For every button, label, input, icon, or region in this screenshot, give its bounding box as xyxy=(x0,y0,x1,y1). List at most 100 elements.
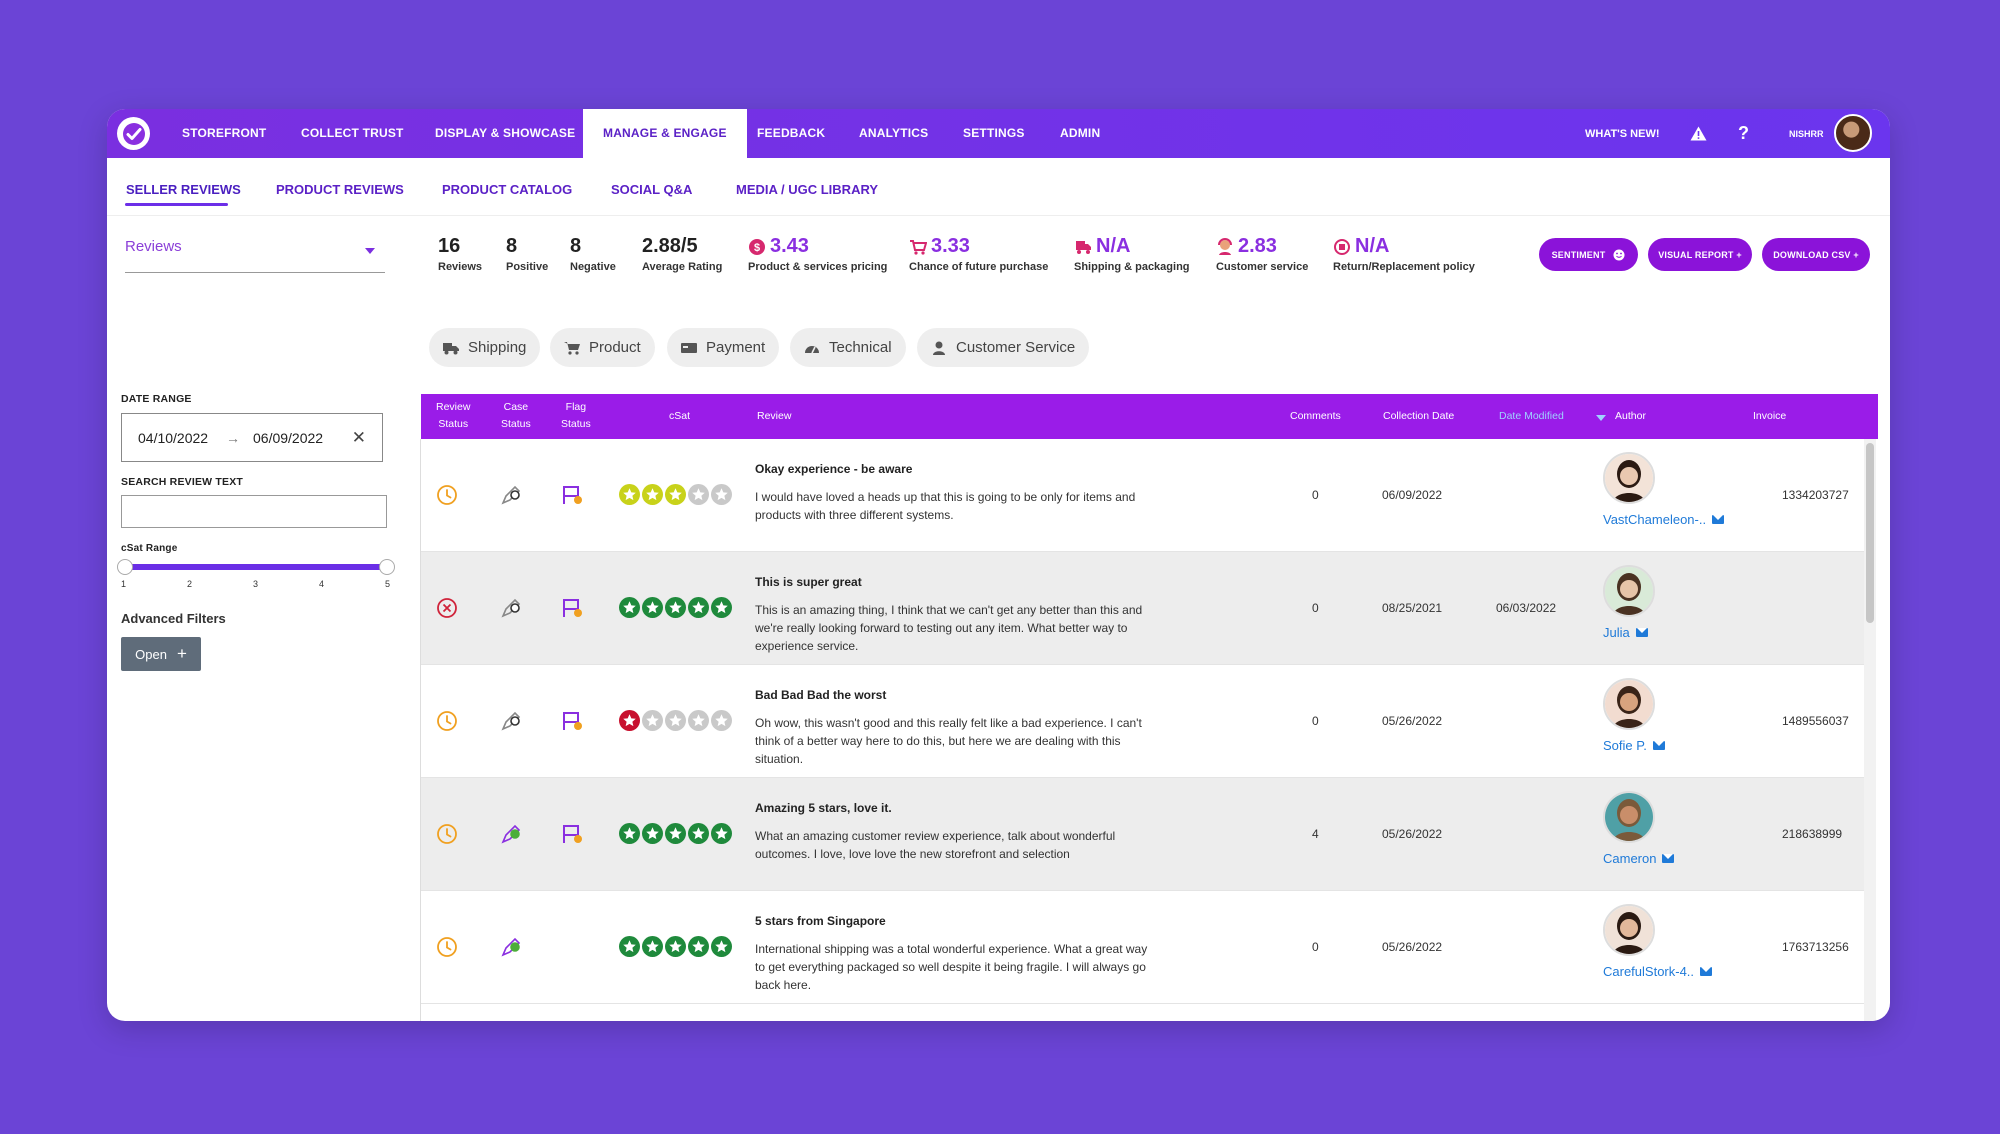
date-range-picker[interactable]: 04/10/2022 → 06/09/2022 ✕ xyxy=(121,413,383,462)
nav-storefront[interactable]: STOREFRONT xyxy=(182,109,266,158)
chip-payment[interactable]: Payment xyxy=(667,328,780,367)
mail-icon[interactable] xyxy=(1712,515,1725,524)
chip-shipping[interactable]: Shipping xyxy=(429,328,541,367)
author-avatar[interactable] xyxy=(1603,678,1655,730)
mail-icon[interactable] xyxy=(1635,628,1648,637)
review-type-select[interactable]: Reviews xyxy=(125,238,385,273)
author-avatar[interactable] xyxy=(1603,452,1655,504)
pending-clock-icon[interactable] xyxy=(436,936,458,961)
table-row[interactable]: This is super great This is an amazing t… xyxy=(421,552,1864,665)
reviews-table-header: Review Status Case Status Flag Status cSat … xyxy=(421,394,1878,439)
date-start[interactable]: 04/10/2022 xyxy=(138,430,208,446)
th-review-status[interactable]: Review Status xyxy=(436,399,470,433)
flag-icon[interactable] xyxy=(561,484,585,509)
nav-display-showcase[interactable]: DISPLAY & SHOWCASE xyxy=(435,109,575,158)
scrollbar-thumb[interactable] xyxy=(1866,443,1874,623)
mail-icon[interactable] xyxy=(1662,854,1675,863)
author-avatar[interactable] xyxy=(1603,565,1655,617)
chip-technical[interactable]: Technical xyxy=(790,328,906,367)
th-review[interactable]: Review xyxy=(757,408,791,425)
table-row[interactable]: 5 stars from Singapore International shi… xyxy=(421,891,1864,1004)
rejected-status-icon[interactable] xyxy=(436,597,458,622)
sort-desc-icon[interactable] xyxy=(1596,415,1606,421)
nav-admin[interactable]: ADMIN xyxy=(1060,109,1100,158)
review-title[interactable]: Okay experience - be aware xyxy=(755,462,912,476)
csat-tick: 4 xyxy=(319,579,325,589)
csat-range-slider[interactable] xyxy=(124,564,386,570)
case-status-icon[interactable] xyxy=(500,597,524,622)
author-avatar[interactable] xyxy=(1603,904,1655,956)
review-title[interactable]: Amazing 5 stars, love it. xyxy=(755,801,892,815)
th-invoice[interactable]: Invoice xyxy=(1753,408,1786,425)
th-csat[interactable]: cSat xyxy=(669,408,690,425)
tab-product-reviews[interactable]: PRODUCT REVIEWS xyxy=(276,182,404,197)
whats-new-link[interactable]: WHAT'S NEW! xyxy=(1585,109,1660,158)
case-status-icon[interactable] xyxy=(500,484,524,509)
star-icon xyxy=(688,936,709,957)
th-date-modified[interactable]: Date Modified xyxy=(1499,408,1564,425)
pending-clock-icon[interactable] xyxy=(436,823,458,848)
brand-logo[interactable] xyxy=(117,117,150,150)
date-end[interactable]: 06/09/2022 xyxy=(253,430,323,446)
user-avatar[interactable] xyxy=(1834,114,1872,152)
author-link[interactable]: Cameron xyxy=(1603,851,1675,866)
tab-social-qa[interactable]: SOCIAL Q&A xyxy=(611,182,692,197)
download-csv-button[interactable]: DOWNLOAD CSV + xyxy=(1762,238,1870,271)
nav-manage-engage[interactable]: MANAGE & ENGAGE xyxy=(583,109,747,158)
mail-icon[interactable] xyxy=(1700,967,1713,976)
tab-product-catalog[interactable]: PRODUCT CATALOG xyxy=(442,182,572,197)
star-icon xyxy=(665,484,686,505)
star-icon xyxy=(619,597,640,618)
th-author[interactable]: Author xyxy=(1615,408,1646,425)
tab-media-ugc-library[interactable]: MEDIA / UGC LIBRARY xyxy=(736,182,878,197)
flag-icon[interactable] xyxy=(561,710,585,735)
chip-customer-service[interactable]: Customer Service xyxy=(917,328,1090,367)
th-flag-status[interactable]: Flag Status xyxy=(561,399,591,433)
th-collection-date[interactable]: Collection Date xyxy=(1383,408,1454,425)
pending-clock-icon[interactable] xyxy=(436,710,458,735)
csat-min-handle[interactable] xyxy=(117,559,133,575)
alert-icon[interactable] xyxy=(1690,109,1707,158)
case-status-icon[interactable] xyxy=(500,710,524,735)
chip-product[interactable]: Product xyxy=(550,328,655,367)
table-scrollbar[interactable] xyxy=(1864,439,1876,1021)
date-range-label: DATE RANGE xyxy=(121,393,192,405)
sentiment-button[interactable]: SENTIMENT xyxy=(1539,238,1638,271)
help-icon[interactable]: ? xyxy=(1738,109,1749,158)
flag-icon[interactable] xyxy=(561,823,585,848)
author-avatar[interactable] xyxy=(1603,791,1655,843)
case-status-icon[interactable] xyxy=(500,823,524,848)
visual-report-button[interactable]: VISUAL REPORT + xyxy=(1648,238,1752,271)
tab-seller-reviews[interactable]: SELLER REVIEWS xyxy=(126,182,241,197)
review-body: International shipping was a total wonde… xyxy=(755,942,1148,992)
review-title[interactable]: This is super great xyxy=(755,575,862,589)
author-link[interactable]: Julia xyxy=(1603,625,1648,640)
author-link[interactable]: VastChameleon-.. xyxy=(1603,512,1725,527)
th-comments[interactable]: Comments xyxy=(1290,408,1341,425)
csat-max-handle[interactable] xyxy=(379,559,395,575)
flag-icon[interactable] xyxy=(561,597,585,622)
author-link[interactable]: CarefulStork-4.. xyxy=(1603,964,1713,979)
nav-analytics[interactable]: ANALYTICS xyxy=(859,109,928,158)
author-link[interactable]: Sofie P. xyxy=(1603,738,1665,753)
th-case-status[interactable]: Case Status xyxy=(501,399,531,433)
search-review-input[interactable] xyxy=(121,495,387,528)
mail-icon[interactable] xyxy=(1652,741,1665,750)
review-title[interactable]: 5 stars from Singapore xyxy=(755,914,886,928)
nav-collect-trust[interactable]: COLLECT TRUST xyxy=(301,109,404,158)
review-title[interactable]: Bad Bad Bad the worst xyxy=(755,688,886,702)
nav-feedback[interactable]: FEEDBACK xyxy=(757,109,825,158)
table-row[interactable]: Okay experience - be aware I would have … xyxy=(421,439,1864,552)
table-row[interactable]: Bad Bad Bad the worst Oh wow, this wasn'… xyxy=(421,665,1864,778)
open-filters-button[interactable]: Open + xyxy=(121,637,201,671)
stat-customer-service: 2.83 Customer service xyxy=(1216,235,1308,273)
case-status-icon[interactable] xyxy=(500,936,524,961)
table-row[interactable]: Amazing 5 stars, love it. What an amazin… xyxy=(421,778,1864,891)
return-icon xyxy=(1334,238,1350,255)
nav-settings[interactable]: SETTINGS xyxy=(963,109,1025,158)
pending-clock-icon[interactable] xyxy=(436,484,458,509)
username-label[interactable]: NISHRR xyxy=(1789,109,1824,158)
clear-date-icon[interactable]: ✕ xyxy=(352,428,366,448)
cart-icon xyxy=(910,239,927,255)
comments-count: 0 xyxy=(1312,488,1319,502)
